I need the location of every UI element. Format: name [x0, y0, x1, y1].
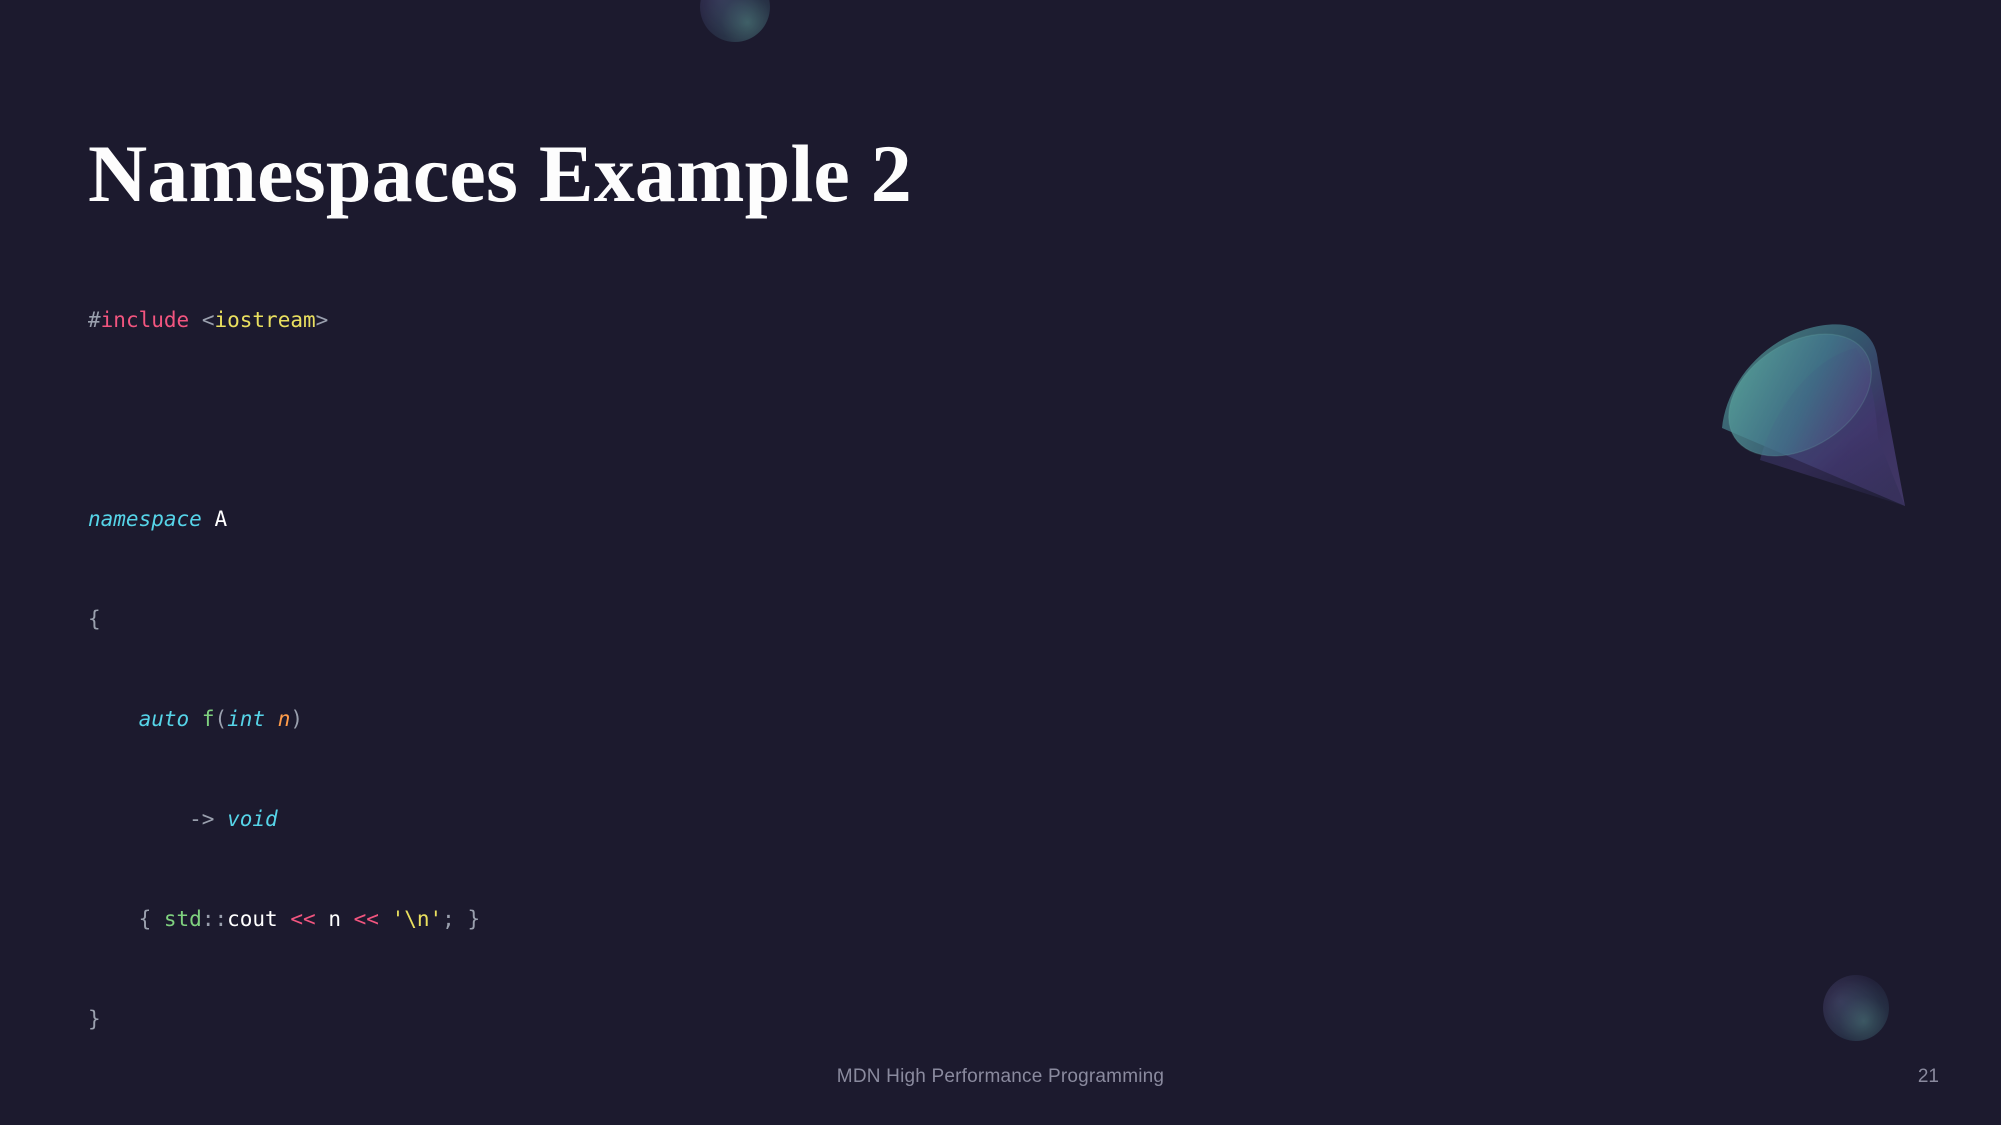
footer-text: MDN High Performance Programming — [836, 1066, 1165, 1087]
slide-title: Namespaces Example 2 — [88, 127, 912, 219]
slide-canvas: Namespaces Example 2 #include <iostream>… — [0, 0, 2001, 1125]
sphere-icon-bottom — [1823, 975, 1889, 1041]
cone-icon — [1700, 310, 1930, 520]
code-line: -> void — [189, 807, 278, 832]
page-number: 21 — [1917, 1066, 1939, 1087]
sphere-icon-top — [700, 0, 770, 42]
code-line: #include <iostream> — [88, 307, 329, 332]
code-block: #include <iostream> namespace A { auto f… — [88, 237, 898, 1125]
code-line: auto f(int n) — [138, 707, 304, 732]
code-line: { std::cout << n << '\n'; } — [138, 906, 481, 931]
code-line: } — [88, 1006, 101, 1031]
code-line: { — [88, 607, 101, 632]
code-line: namespace A — [88, 507, 228, 532]
